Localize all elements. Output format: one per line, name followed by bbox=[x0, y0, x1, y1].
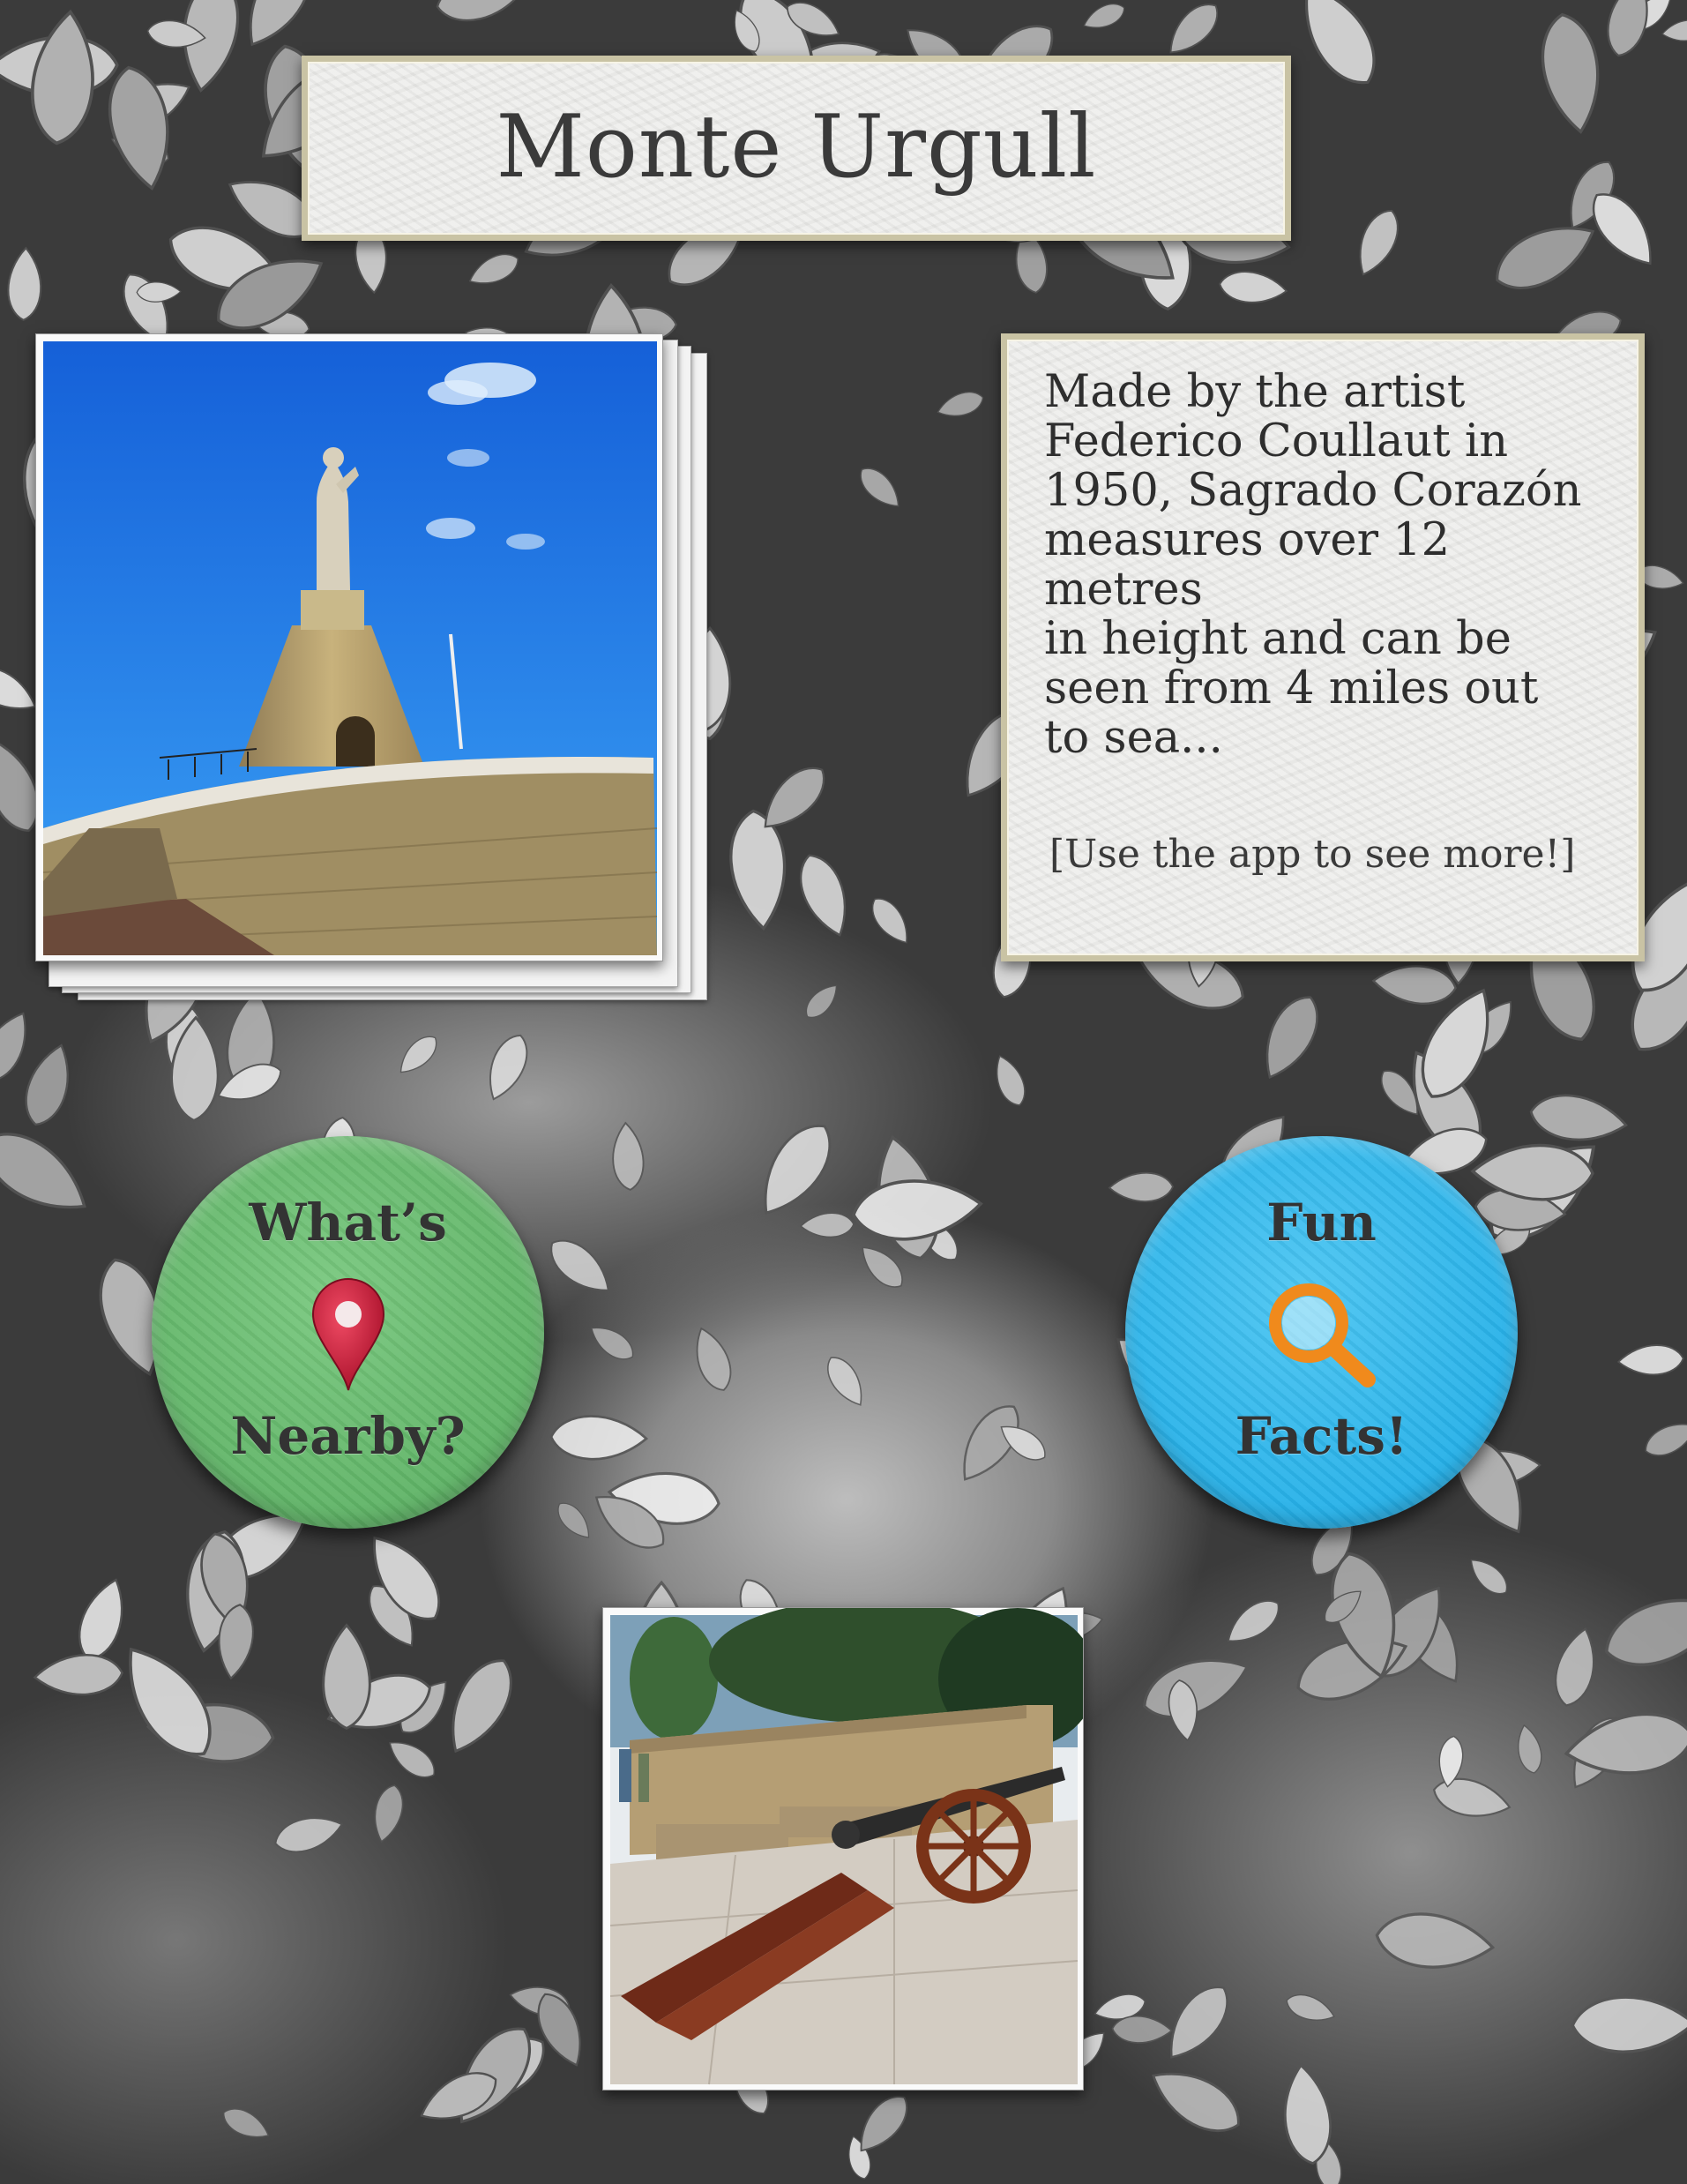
leaf-shape bbox=[0, 1116, 101, 1230]
leaf-shape bbox=[322, 1624, 371, 1730]
leaf-shape bbox=[1660, 17, 1687, 45]
leaf-shape bbox=[1347, 203, 1407, 282]
cannon-photo-image bbox=[609, 1608, 1083, 2085]
leaf-shape bbox=[751, 756, 836, 841]
leaf-shape bbox=[218, 2101, 274, 2147]
leaf-shape bbox=[799, 1211, 855, 1239]
magnifier-icon bbox=[1268, 1283, 1376, 1387]
leaf-shape bbox=[1463, 1552, 1514, 1601]
leaf-shape bbox=[25, 7, 102, 148]
leaf-shape bbox=[1111, 2014, 1173, 2046]
leaf-shape bbox=[16, 1038, 81, 1132]
leaf-shape bbox=[686, 1322, 739, 1396]
leaf-shape bbox=[1616, 1343, 1685, 1378]
leaf-shape bbox=[136, 280, 182, 303]
leaf-shape bbox=[392, 1028, 444, 1081]
leaf-shape bbox=[1570, 1994, 1687, 2054]
statue-photo-image bbox=[42, 341, 658, 955]
leaf-shape bbox=[1639, 1414, 1687, 1463]
leaf-shape bbox=[541, 1229, 620, 1305]
leaf-shape bbox=[584, 1318, 640, 1367]
leaf-shape bbox=[1217, 268, 1289, 307]
leaf-shape bbox=[1484, 208, 1606, 303]
leaf-shape bbox=[1370, 961, 1459, 1008]
whats-nearby-button[interactable]: What’s Nearby? bbox=[152, 1136, 544, 1529]
leaf-shape bbox=[100, 60, 181, 196]
leaf-shape bbox=[1429, 1771, 1515, 1826]
leaf-shape bbox=[1250, 987, 1330, 1088]
leaf-shape bbox=[1159, 0, 1228, 64]
leaf-shape bbox=[1594, 1580, 1687, 1680]
facts-label-top: Fun bbox=[1266, 1193, 1377, 1253]
leaf-shape bbox=[725, 807, 792, 932]
leaf-shape bbox=[549, 1414, 648, 1462]
leaf-shape bbox=[853, 460, 907, 515]
nearby-label-bottom: Nearby? bbox=[230, 1406, 466, 1466]
statue-photo[interactable] bbox=[35, 333, 663, 961]
leaf-shape bbox=[1548, 1623, 1604, 1711]
leaf-shape bbox=[800, 978, 844, 1024]
facts-label-bottom: Facts! bbox=[1235, 1406, 1408, 1466]
leaf-shape bbox=[819, 1350, 872, 1413]
cannon-photo[interactable] bbox=[602, 1607, 1084, 2091]
app-call-to-action[interactable]: [Use the app to see more!] bbox=[1049, 832, 1575, 877]
leaf-shape bbox=[368, 1781, 408, 1846]
leaf-shape bbox=[1140, 2055, 1251, 2145]
title-plaque: Monte Urgull bbox=[302, 56, 1291, 241]
leaf-shape bbox=[609, 1120, 646, 1193]
leaf-shape bbox=[934, 386, 987, 423]
leaf-shape bbox=[6, 246, 43, 322]
leaf-shape bbox=[1527, 1088, 1631, 1148]
leaf-shape bbox=[849, 1173, 985, 1245]
leaf-shape bbox=[1079, 0, 1129, 35]
leaf-shape bbox=[270, 1808, 347, 1859]
leaf-shape bbox=[1372, 1907, 1497, 1976]
fun-facts-button[interactable]: Fun Facts! bbox=[1125, 1136, 1518, 1529]
leaf-shape bbox=[434, 1649, 526, 1763]
leaf-shape bbox=[33, 1651, 124, 1699]
leaf-shape bbox=[231, 0, 325, 57]
info-panel: Made by the artist Federico Coullaut in … bbox=[1001, 333, 1645, 961]
map-pin-icon bbox=[311, 1278, 384, 1391]
page-title: Monte Urgull bbox=[496, 97, 1097, 198]
leaf-shape bbox=[1219, 1591, 1288, 1653]
leaf-shape bbox=[1154, 1975, 1241, 2070]
leaf-shape bbox=[433, 0, 525, 26]
leaf-shape bbox=[382, 1731, 442, 1786]
leaf-shape bbox=[551, 1496, 597, 1545]
leaf-shape bbox=[864, 891, 917, 951]
leaf-shape bbox=[745, 1111, 846, 1228]
leaf-shape bbox=[1285, 0, 1391, 98]
leaf-shape bbox=[790, 847, 859, 944]
leaf-shape bbox=[1534, 9, 1609, 138]
leaf-shape bbox=[1512, 1722, 1546, 1776]
leaf-shape bbox=[478, 1028, 536, 1106]
leaf-shape bbox=[174, 0, 246, 96]
leaf-shape bbox=[1282, 1988, 1339, 2029]
nearby-label-top: What’s bbox=[249, 1193, 447, 1253]
leaf-shape bbox=[464, 247, 524, 293]
leaf-shape bbox=[70, 1572, 135, 1667]
info-description: Made by the artist Federico Coullaut in … bbox=[1044, 366, 1582, 764]
leaf-shape bbox=[988, 1051, 1032, 1111]
